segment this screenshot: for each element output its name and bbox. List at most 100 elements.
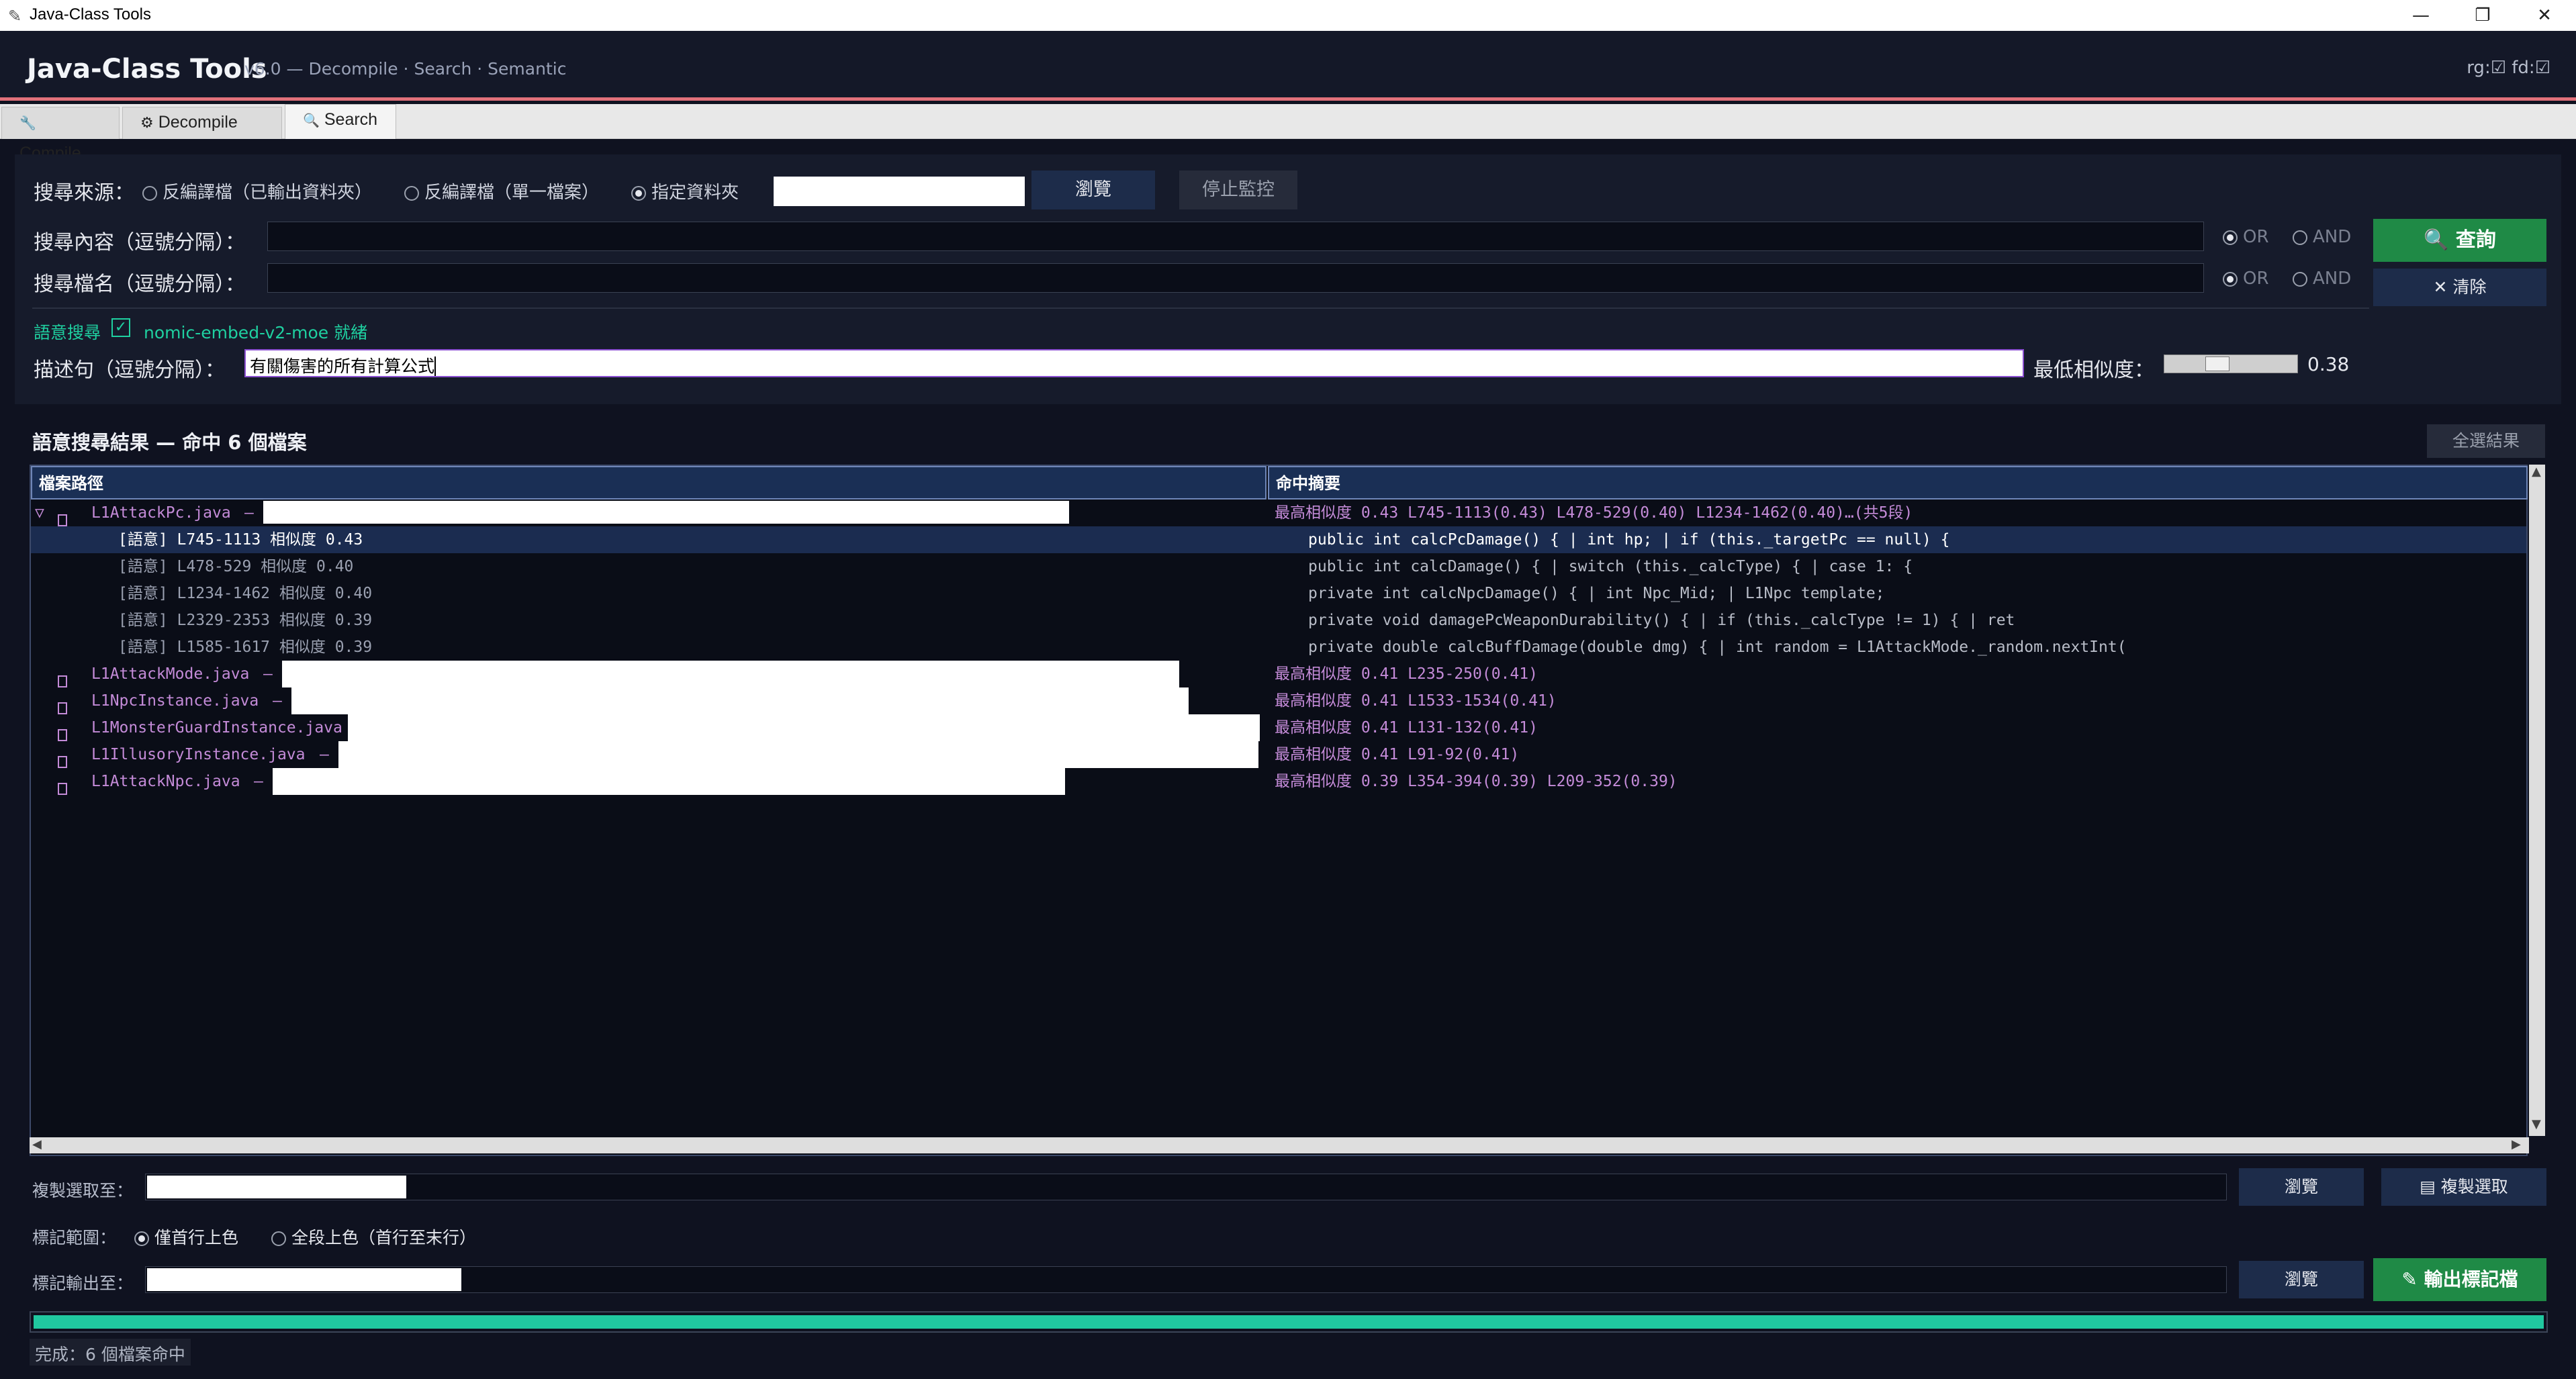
content-or-radio[interactable]: OR — [2223, 227, 2269, 247]
radio-icon — [271, 1231, 286, 1246]
file-path-redacted — [263, 501, 1069, 524]
scroll-right-icon[interactable]: ▶ — [2512, 1137, 2521, 1151]
tab-compile[interactable]: 🔧 Compile — [1, 107, 120, 162]
window-title: Java-Class Tools — [30, 5, 151, 23]
divider — [32, 307, 2369, 309]
restore-icon[interactable]: ❐ — [2452, 0, 2513, 31]
tab-bar: 🔧 Compile ⚙ Decompile 🔍 Search — [0, 104, 2576, 162]
mark-browse-button[interactable]: 瀏覽 — [2239, 1261, 2364, 1298]
semantic-checkbox[interactable]: ✓ — [111, 318, 130, 337]
copy-to-label: 複製選取至： — [32, 1181, 134, 1200]
tab-decompile[interactable]: ⚙ Decompile — [122, 107, 282, 139]
tab-search[interactable]: 🔍 Search — [285, 104, 396, 139]
scroll-down-icon[interactable]: ▼ — [2532, 1117, 2541, 1131]
file-hit-summary: 最高相似度 0.41 L91-92(0.41) — [1275, 746, 1520, 763]
scroll-up-icon[interactable]: ▲ — [2532, 465, 2541, 479]
description-input[interactable]: 有關傷害的所有計算公式 — [244, 349, 2024, 377]
filename-and-radio[interactable]: AND — [2293, 269, 2351, 289]
copy-to-input[interactable] — [145, 1174, 2227, 1200]
file-name: L1AttackNpc.java — [91, 773, 240, 790]
hit-row[interactable]: [語意] L478-529 相似度 0.40 public int calcDam… — [31, 553, 2526, 580]
mark-option-first-line[interactable]: 僅首行上色 — [134, 1225, 238, 1249]
column-header-summary[interactable]: 命中摘要 — [1268, 466, 2528, 500]
mark-option-label: 全段上色（首行至末行） — [291, 1228, 477, 1247]
file-hit-summary: 最高相似度 0.41 L1533-1534(0.41) — [1275, 692, 1557, 710]
file-row[interactable]: L1AttackNpc.java — 最高相似度 0.39 L354-394(0.3… — [31, 768, 2526, 795]
file-name: L1NpcInstance.java — [91, 692, 259, 710]
min-similarity-slider[interactable] — [2164, 354, 2298, 373]
mark-option-full-block[interactable]: 全段上色（首行至末行） — [271, 1225, 476, 1249]
hit-code-preview: private void damagePcWeaponDurability() … — [1308, 612, 2015, 629]
copy-selected-button[interactable]: ▤ 複製選取 — [2381, 1168, 2546, 1206]
horizontal-scrollbar[interactable]: ◀ ▶ — [30, 1137, 2529, 1153]
file-row[interactable]: L1MonsterGuardInstance.java 最高相似度 0.41 L1… — [31, 714, 2526, 741]
radio-selected-icon — [631, 185, 646, 201]
copy-to-path-value — [147, 1176, 406, 1198]
file-row[interactable]: L1IllusoryInstance.java — 最高相似度 0.41 L91-9… — [31, 741, 2526, 768]
file-path-redacted — [273, 768, 1065, 795]
and-label: AND — [2313, 269, 2352, 289]
description-label: 描述句（逗號分隔）： — [34, 359, 225, 382]
filename-label: 搜尋檔名（逗號分隔）： — [34, 273, 245, 296]
results-tree[interactable]: 檔案路徑 命中摘要 ▽ L1AttackPc.java — 最高相似度 0.43 L7… — [30, 465, 2528, 1156]
mark-out-input[interactable] — [145, 1266, 2227, 1293]
semantic-model-status: nomic-embed-v2-moe 就緒 — [144, 323, 368, 342]
content-and-radio[interactable]: AND — [2293, 227, 2351, 247]
select-all-button[interactable]: 全選結果 — [2427, 424, 2545, 458]
vertical-scrollbar[interactable]: ▲ ▼ — [2529, 465, 2545, 1136]
source-option-label: 反編譯檔（單一檔案） — [424, 183, 600, 203]
file-name: L1IllusoryInstance.java — [91, 746, 306, 763]
filename-input[interactable] — [267, 263, 2204, 293]
content-input[interactable] — [267, 222, 2204, 251]
close-icon[interactable]: ✕ — [2514, 0, 2575, 31]
export-marks-label: 輸出標記檔 — [2424, 1268, 2518, 1290]
hit-row[interactable]: [語意] L1585-1617 相似度 0.39 private double c… — [31, 634, 2526, 661]
scroll-left-icon[interactable]: ◀ — [32, 1137, 42, 1151]
minimize-icon[interactable]: — — [2391, 0, 2451, 31]
source-option-label: 反編譯檔（已輸出資料夾） — [163, 183, 373, 203]
column-header-path[interactable]: 檔案路徑 — [31, 466, 1267, 500]
hit-row[interactable]: [語意] L745-1113 相似度 0.43 public int calcPc… — [31, 526, 2526, 553]
app-header: Java-Class Tools v6.0 — Decompile · Sear… — [0, 31, 2576, 101]
description-value: 有關傷害的所有計算公式 — [250, 356, 435, 376]
source-option-decompiled-folder[interactable]: 反編譯檔（已輸出資料夾） — [142, 179, 372, 203]
hit-row[interactable]: [語意] L1234-1462 相似度 0.40 private int calc… — [31, 580, 2526, 607]
wrench-icon: 🔧 — [19, 116, 36, 131]
file-name: L1MonsterGuardInstance.java — [91, 719, 342, 736]
radio-selected-icon — [2223, 230, 2238, 245]
expand-chevron-icon[interactable]: ▽ — [35, 500, 44, 526]
radio-icon — [2293, 230, 2307, 245]
file-path-redacted — [282, 661, 1179, 687]
pencil-icon: ✎ — [2401, 1268, 2424, 1290]
window-titlebar: ✎ Java-Class Tools — ❐ ✕ — [0, 0, 2576, 31]
stop-watch-button[interactable]: 停止監控 — [1179, 171, 1297, 209]
hit-row[interactable]: [語意] L2329-2353 相似度 0.39 private void dam… — [31, 607, 2526, 634]
query-button[interactable]: 🔍 查詢 — [2373, 219, 2546, 262]
source-browse-button[interactable]: 瀏覽 — [1031, 171, 1155, 209]
and-label: AND — [2313, 227, 2352, 247]
folder-path-input[interactable] — [774, 177, 1025, 206]
copy-browse-button[interactable]: 瀏覽 — [2239, 1168, 2364, 1206]
slider-thumb[interactable] — [2205, 356, 2229, 371]
app-title: Java-Class Tools — [27, 54, 267, 85]
hit-label: [語意] L478-529 相似度 0.40 — [118, 558, 354, 575]
clear-button[interactable]: ✕ 清除 — [2373, 269, 2546, 306]
copy-selected-label: 複製選取 — [2440, 1177, 2508, 1196]
radio-selected-icon — [134, 1231, 149, 1246]
file-row[interactable]: ▽ L1AttackPc.java — 最高相似度 0.43 L745-1113(0.… — [31, 500, 2526, 526]
source-option-single-file[interactable]: 反編譯檔（單一檔案） — [404, 179, 599, 203]
or-label: OR — [2243, 227, 2269, 247]
or-label: OR — [2243, 269, 2269, 289]
filename-or-radio[interactable]: OR — [2223, 269, 2269, 289]
progress-bar — [30, 1311, 2548, 1333]
file-row[interactable]: L1NpcInstance.java — 最高相似度 0.41 L1533-1534… — [31, 687, 2526, 714]
file-hit-summary: 最高相似度 0.39 L354-394(0.39) L209-352(0.39) — [1275, 773, 1677, 790]
file-separator: — — [273, 692, 282, 710]
source-option-folder[interactable]: 指定資料夾 — [631, 179, 739, 203]
option-flags[interactable]: rg:☑ fd:☑ — [2467, 58, 2550, 78]
radio-selected-icon — [2223, 271, 2238, 287]
export-marks-button[interactable]: ✎ 輸出標記檔 — [2373, 1258, 2546, 1301]
text-cursor — [434, 356, 436, 376]
file-row[interactable]: L1AttackMode.java — 最高相似度 0.41 L235-250(0.… — [31, 661, 2526, 687]
mark-option-label: 僅首行上色 — [154, 1228, 239, 1247]
